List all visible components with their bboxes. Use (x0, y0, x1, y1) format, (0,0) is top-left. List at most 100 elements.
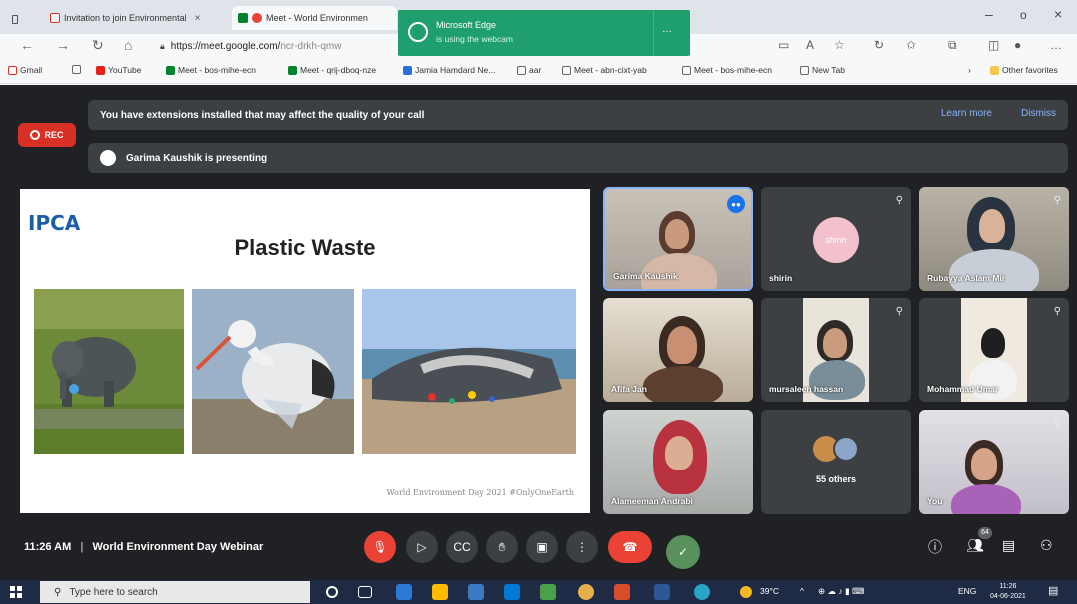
chat-icon[interactable]: ▤ (1002, 537, 1015, 554)
language-indicator[interactable]: ENG (958, 586, 976, 596)
maximize-icon[interactable]: o (1020, 8, 1027, 22)
presentation-slide: IPCA Plastic Waste World Environment Day… (20, 189, 590, 513)
more-options-button[interactable]: ⋮ (566, 531, 598, 563)
clock[interactable]: 11:26 04-06-2021 (990, 582, 1026, 602)
tray-icons[interactable]: ⊕ ☁ ♪ ▮ ⌨ (818, 586, 864, 597)
app-icon-green[interactable] (540, 584, 556, 600)
bookmark-meet-4[interactable]: Meet - bos-mihe-ecn (682, 65, 772, 75)
word-icon[interactable] (654, 584, 670, 600)
edge-webcam-notification[interactable]: Microsoft Edge is using the webcam … (398, 10, 690, 56)
minimize-icon[interactable]: – (985, 6, 993, 22)
confirm-overlay-button[interactable]: ✓ (666, 535, 700, 569)
task-view-icon[interactable] (358, 586, 372, 598)
mail-icon[interactable] (504, 584, 520, 600)
favorites-icon[interactable]: ✩ (906, 38, 916, 52)
tab-actions-icon[interactable] (6, 7, 24, 31)
bookmark-other-favorites[interactable]: Other favorites (990, 65, 1058, 75)
camera-in-use-icon[interactable]: ▭ (778, 38, 789, 52)
bookmark-meet-3[interactable]: Meet - abn-cixt-yab (562, 65, 647, 75)
more-options-icon[interactable]: … (662, 24, 672, 35)
url-field[interactable]: 🔒︎ https://meet.google.com/ncr-drkh-qmw (160, 37, 390, 55)
dismiss-button[interactable]: Dismiss (1021, 108, 1056, 119)
cortana-icon[interactable] (326, 586, 338, 598)
bookmark-page[interactable] (72, 65, 81, 74)
favorite-star-icon[interactable]: ☆ (834, 38, 845, 52)
read-aloud-icon[interactable]: A (806, 38, 814, 52)
tab-meet-active[interactable]: Meet - World Environmen (232, 6, 397, 30)
youtube-icon (96, 65, 105, 75)
app-icon-teal[interactable] (694, 584, 710, 600)
raise-hand-button[interactable]: ✋︎ (486, 531, 518, 563)
profile-icon[interactable]: ● (1014, 38, 1021, 52)
url-host: https://meet.google.com/ (170, 40, 281, 52)
participant-tile-shirin[interactable]: shirin ⚲ shirin (761, 187, 911, 291)
bookmarks-overflow-icon[interactable]: › (968, 65, 971, 75)
app-icon-lightning[interactable] (432, 584, 448, 600)
others-count: 55 others (815, 474, 857, 484)
captions-button[interactable]: CC (446, 531, 478, 563)
bookmark-new-tab[interactable]: New Tab (800, 65, 845, 75)
tab-gmail-invitation[interactable]: Invitation to join Environmental × (44, 6, 229, 30)
bookmark-label: Meet - qrij-dboq-nze (300, 65, 377, 75)
present-now-button[interactable]: ▣ (526, 531, 558, 563)
participant-tile-mursaleen[interactable]: ⚲ mursaleen hassan (761, 298, 911, 402)
participant-name: Afifa Jan (611, 384, 647, 394)
participant-tile-mohammad[interactable]: ⚲ Mohammad Umar (919, 298, 1069, 402)
back-icon[interactable]: ← (20, 37, 34, 53)
weather-sun-icon (740, 586, 752, 598)
participant-tile-afifa[interactable]: Afifa Jan (603, 298, 753, 402)
bookmark-meet-1[interactable]: Meet - bos-mihe-ecn (166, 65, 256, 75)
home-icon[interactable]: ⌂ (124, 37, 132, 53)
participant-name: Alameeman Andrabi (611, 496, 693, 506)
windows-start-icon[interactable] (10, 586, 22, 598)
bookmark-label: Meet - bos-mihe-ecn (694, 65, 772, 75)
calculator-icon[interactable] (468, 584, 484, 600)
participant-tile-alameeman[interactable]: Alameeman Andrabi (603, 410, 753, 514)
participant-tile-rubayya[interactable]: ⚲ Rubayya Aslam Mir (919, 187, 1069, 291)
refresh-icon[interactable]: ↻ (92, 37, 104, 54)
bookmark-jamia[interactable]: Jamia Hamdard Ne... (403, 65, 495, 75)
mic-muted-icon: ⚲ (1053, 418, 1061, 429)
windows-taskbar: ⚲ Type here to search 39°C ^ ⊕ ☁ ♪ ▮ ⌨ E… (0, 580, 1077, 604)
tray-arrow-icon[interactable]: ^ (800, 586, 804, 596)
camera-toggle-button[interactable]: ▷ (406, 531, 438, 563)
lock-icon: 🔒︎ (160, 40, 165, 51)
taskbar-search[interactable]: ⚲ Type here to search (40, 581, 310, 603)
record-icon (30, 130, 41, 140)
participant-tile-garima[interactable]: ●● Garima Kaushik (603, 187, 753, 291)
activities-icon[interactable]: ⚇ (1040, 537, 1053, 554)
recording-indicator[interactable]: REC (18, 123, 76, 147)
screen: Invitation to join Environmental × Meet … (0, 0, 1077, 604)
presenting-text: Garima Kaushik is presenting (126, 152, 268, 164)
close-tab-icon[interactable]: × (195, 13, 201, 24)
learn-more-link[interactable]: Learn more (941, 108, 992, 119)
leave-call-button[interactable]: ☎︎ (608, 531, 652, 563)
participant-tile-you[interactable]: ⚲ You (919, 410, 1069, 514)
slide-footer: World Environment Day 2021 #OnlyOneEarth (386, 488, 574, 497)
meet-icon (288, 65, 297, 75)
mic-toggle-button[interactable]: 🎙︎ (364, 531, 396, 563)
bookmark-youtube[interactable]: YouTube (96, 65, 141, 75)
bookmark-gmail[interactable]: Gmail (8, 65, 42, 75)
participant-name: mursaleen hassan (769, 384, 844, 394)
meeting-info-icon[interactable]: ⓘ (928, 537, 942, 557)
edge-app-icon[interactable] (396, 584, 412, 600)
bookmark-meet-2[interactable]: Meet - qrij-dboq-nze (288, 65, 376, 75)
settings-more-icon[interactable]: … (1050, 38, 1062, 52)
bookmark-aar[interactable]: aar (517, 65, 541, 75)
notifications-icon[interactable]: ▤ (1048, 584, 1058, 597)
close-window-icon[interactable]: × (1054, 6, 1062, 22)
slide-title: Plastic Waste (234, 235, 376, 260)
bookmark-label: New Tab (812, 65, 845, 75)
app-icon-orange[interactable] (614, 584, 630, 600)
refresh-alt-icon[interactable]: ↻ (874, 38, 884, 52)
stork-photo (192, 289, 354, 454)
more-vert-icon: ⋮ (576, 540, 588, 554)
mic-muted-icon: ⚲ (895, 306, 903, 317)
collections-icon[interactable]: ⧉ (948, 38, 957, 53)
chrome-icon[interactable] (578, 584, 594, 600)
extensions-icon[interactable]: ◫ (988, 38, 999, 52)
people-icon[interactable]: 👥︎ (966, 537, 984, 554)
participant-tile-others[interactable]: 55 others (761, 410, 911, 514)
forward-icon[interactable]: → (56, 37, 70, 53)
